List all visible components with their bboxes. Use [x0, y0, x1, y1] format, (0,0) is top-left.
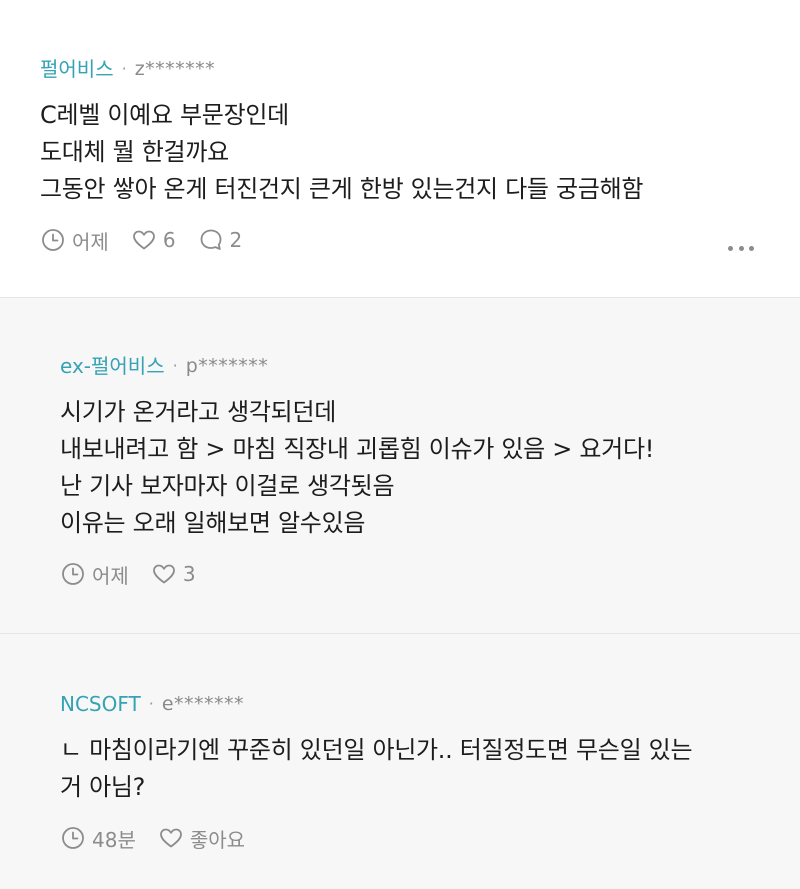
meta-separator: ·	[121, 59, 127, 78]
timestamp: 어제	[60, 560, 129, 589]
comment-meta: 펄어비스 · z*******	[40, 57, 760, 81]
like-count: 3	[182, 562, 196, 586]
timestamp: 48분	[60, 824, 136, 853]
comment-icon	[198, 227, 224, 253]
timestamp-label: 어제	[72, 229, 109, 254]
meta-separator: ·	[172, 356, 178, 375]
comment-body: ㄴ 마침이라기엔 꾸준히 있던일 아닌가.. 터질정도면 무슨일 있는 거 아님…	[60, 732, 760, 806]
comment-line: 그동안 쌓아 온게 터진건지 큰게 한방 있는건지 다들 궁금해함	[40, 175, 644, 203]
like-count: 6	[162, 228, 176, 252]
comment-actions: 48분 좋아요	[60, 824, 760, 852]
clock-icon	[40, 227, 66, 253]
like-button[interactable]: 6	[131, 227, 176, 253]
meta-separator: ·	[148, 694, 154, 713]
comment-line: 난 기사 보자마자 이걸로 생각됫음	[60, 472, 395, 500]
clock-icon	[60, 825, 86, 851]
comment-main: 펄어비스 · z******* C레벨 이예요 부문장인데 도대체 뭘 한걸까요…	[0, 0, 800, 297]
comment-line: C레벨 이예요 부문장인데	[40, 101, 289, 129]
company-name[interactable]: 펄어비스	[40, 57, 114, 81]
timestamp: 어제	[40, 226, 109, 255]
reply-comment: NCSOFT · e******* ㄴ 마침이라기엔 꾸준히 있던일 아닌가..…	[0, 633, 800, 889]
comment-meta: ex-펄어비스 · p*******	[60, 354, 760, 378]
heart-icon	[131, 227, 157, 253]
comment-meta: NCSOFT · e*******	[60, 692, 760, 716]
comment-line: 이유는 오래 일해보면 알수있음	[60, 509, 366, 537]
more-icon-dot	[728, 245, 733, 251]
heart-icon	[158, 825, 184, 851]
comment-body: 시기가 온거라고 생각되던데 내보내려고 함 > 마침 직장내 괴롭힘 이슈가 …	[60, 394, 760, 542]
company-name[interactable]: NCSOFT	[60, 692, 141, 716]
more-icon-dot	[749, 245, 754, 251]
author-nickname: e*******	[161, 693, 245, 715]
author-nickname: z*******	[134, 58, 216, 80]
clock-icon	[60, 561, 86, 587]
like-label: 좋아요	[189, 827, 246, 852]
timestamp-label: 어제	[92, 563, 129, 588]
comment-line: 도대체 뭘 한걸까요	[40, 138, 229, 166]
like-button[interactable]: 좋아요	[158, 824, 245, 853]
timestamp-label: 48분	[92, 827, 136, 852]
company-name[interactable]: ex-펄어비스	[60, 354, 165, 378]
comment-line: 내보내려고 함 > 마침 직장내 괴롭힘 이슈가 있음 > 요거다!	[60, 435, 655, 463]
comment-line: 거 아님?	[60, 773, 146, 801]
more-icon-dot	[738, 245, 744, 251]
more-options-button[interactable]	[728, 236, 754, 260]
comment-line: ㄴ 마침이라기엔 꾸준히 있던일 아닌가.. 터질정도면 무슨일 있는	[60, 736, 693, 764]
comment-actions: 어제 3	[60, 560, 760, 588]
comment-body: C레벨 이예요 부문장인데 도대체 뭘 한걸까요 그동안 쌓아 온게 터진건지 …	[40, 97, 760, 208]
comment-thread: 펄어비스 · z******* C레벨 이예요 부문장인데 도대체 뭘 한걸까요…	[0, 0, 800, 889]
reply-button[interactable]: 2	[198, 227, 243, 253]
comment-actions: 어제 6 2	[40, 226, 760, 254]
like-button[interactable]: 3	[151, 561, 196, 587]
reply-comment: ex-펄어비스 · p******* 시기가 온거라고 생각되던데 내보내려고 …	[0, 297, 800, 633]
heart-icon	[151, 561, 177, 587]
comment-line: 시기가 온거라고 생각되던데	[60, 398, 337, 426]
reply-count: 2	[229, 228, 243, 252]
author-nickname: p*******	[185, 355, 269, 377]
